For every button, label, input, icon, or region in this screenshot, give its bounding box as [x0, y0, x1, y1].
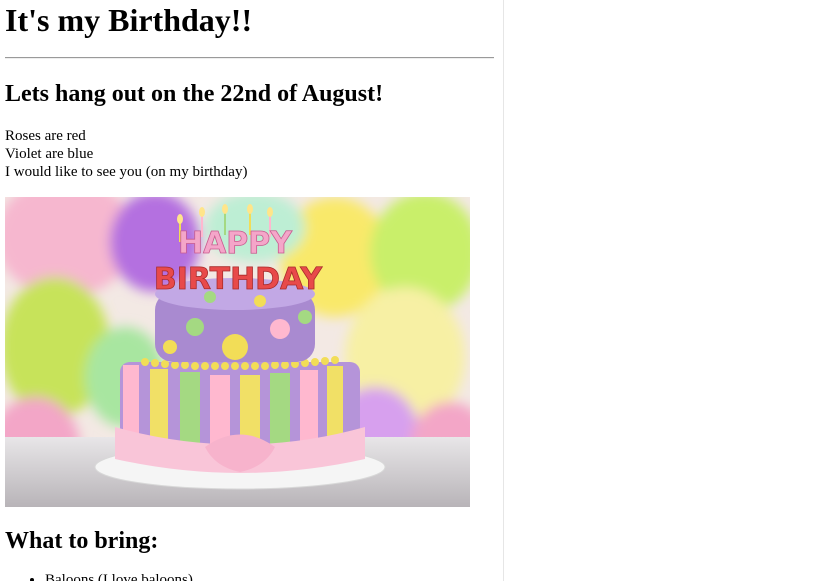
list-item: Baloons (I love baloons): [45, 571, 193, 581]
section-heading-what-to-bring: What to bring:: [5, 528, 159, 554]
poem-line: I would like to see you (on my birthday): [5, 164, 248, 180]
poem-line: Violet are blue: [5, 146, 94, 162]
cake-text-birthday: BIRTHDAY: [154, 262, 324, 297]
page: It's my Birthday!! Lets hang out on the …: [0, 0, 819, 581]
cake-text-happy: HAPPY: [178, 226, 293, 261]
horizontal-rule: [5, 57, 494, 59]
bring-list: Baloons (I love baloons): [5, 571, 193, 581]
poem-line: Roses are red: [5, 128, 86, 144]
page-title: It's my Birthday!!: [5, 2, 253, 38]
page-subtitle: Lets hang out on the 22nd of August!: [5, 81, 384, 107]
birthday-cake-image: HAPPY BIRTHDAY: [5, 197, 470, 507]
birthday-cake-illustration: HAPPY BIRTHDAY: [5, 197, 470, 507]
poem: Roses are red Violet are blue I would li…: [5, 127, 247, 181]
viewport-divider: [503, 0, 504, 581]
